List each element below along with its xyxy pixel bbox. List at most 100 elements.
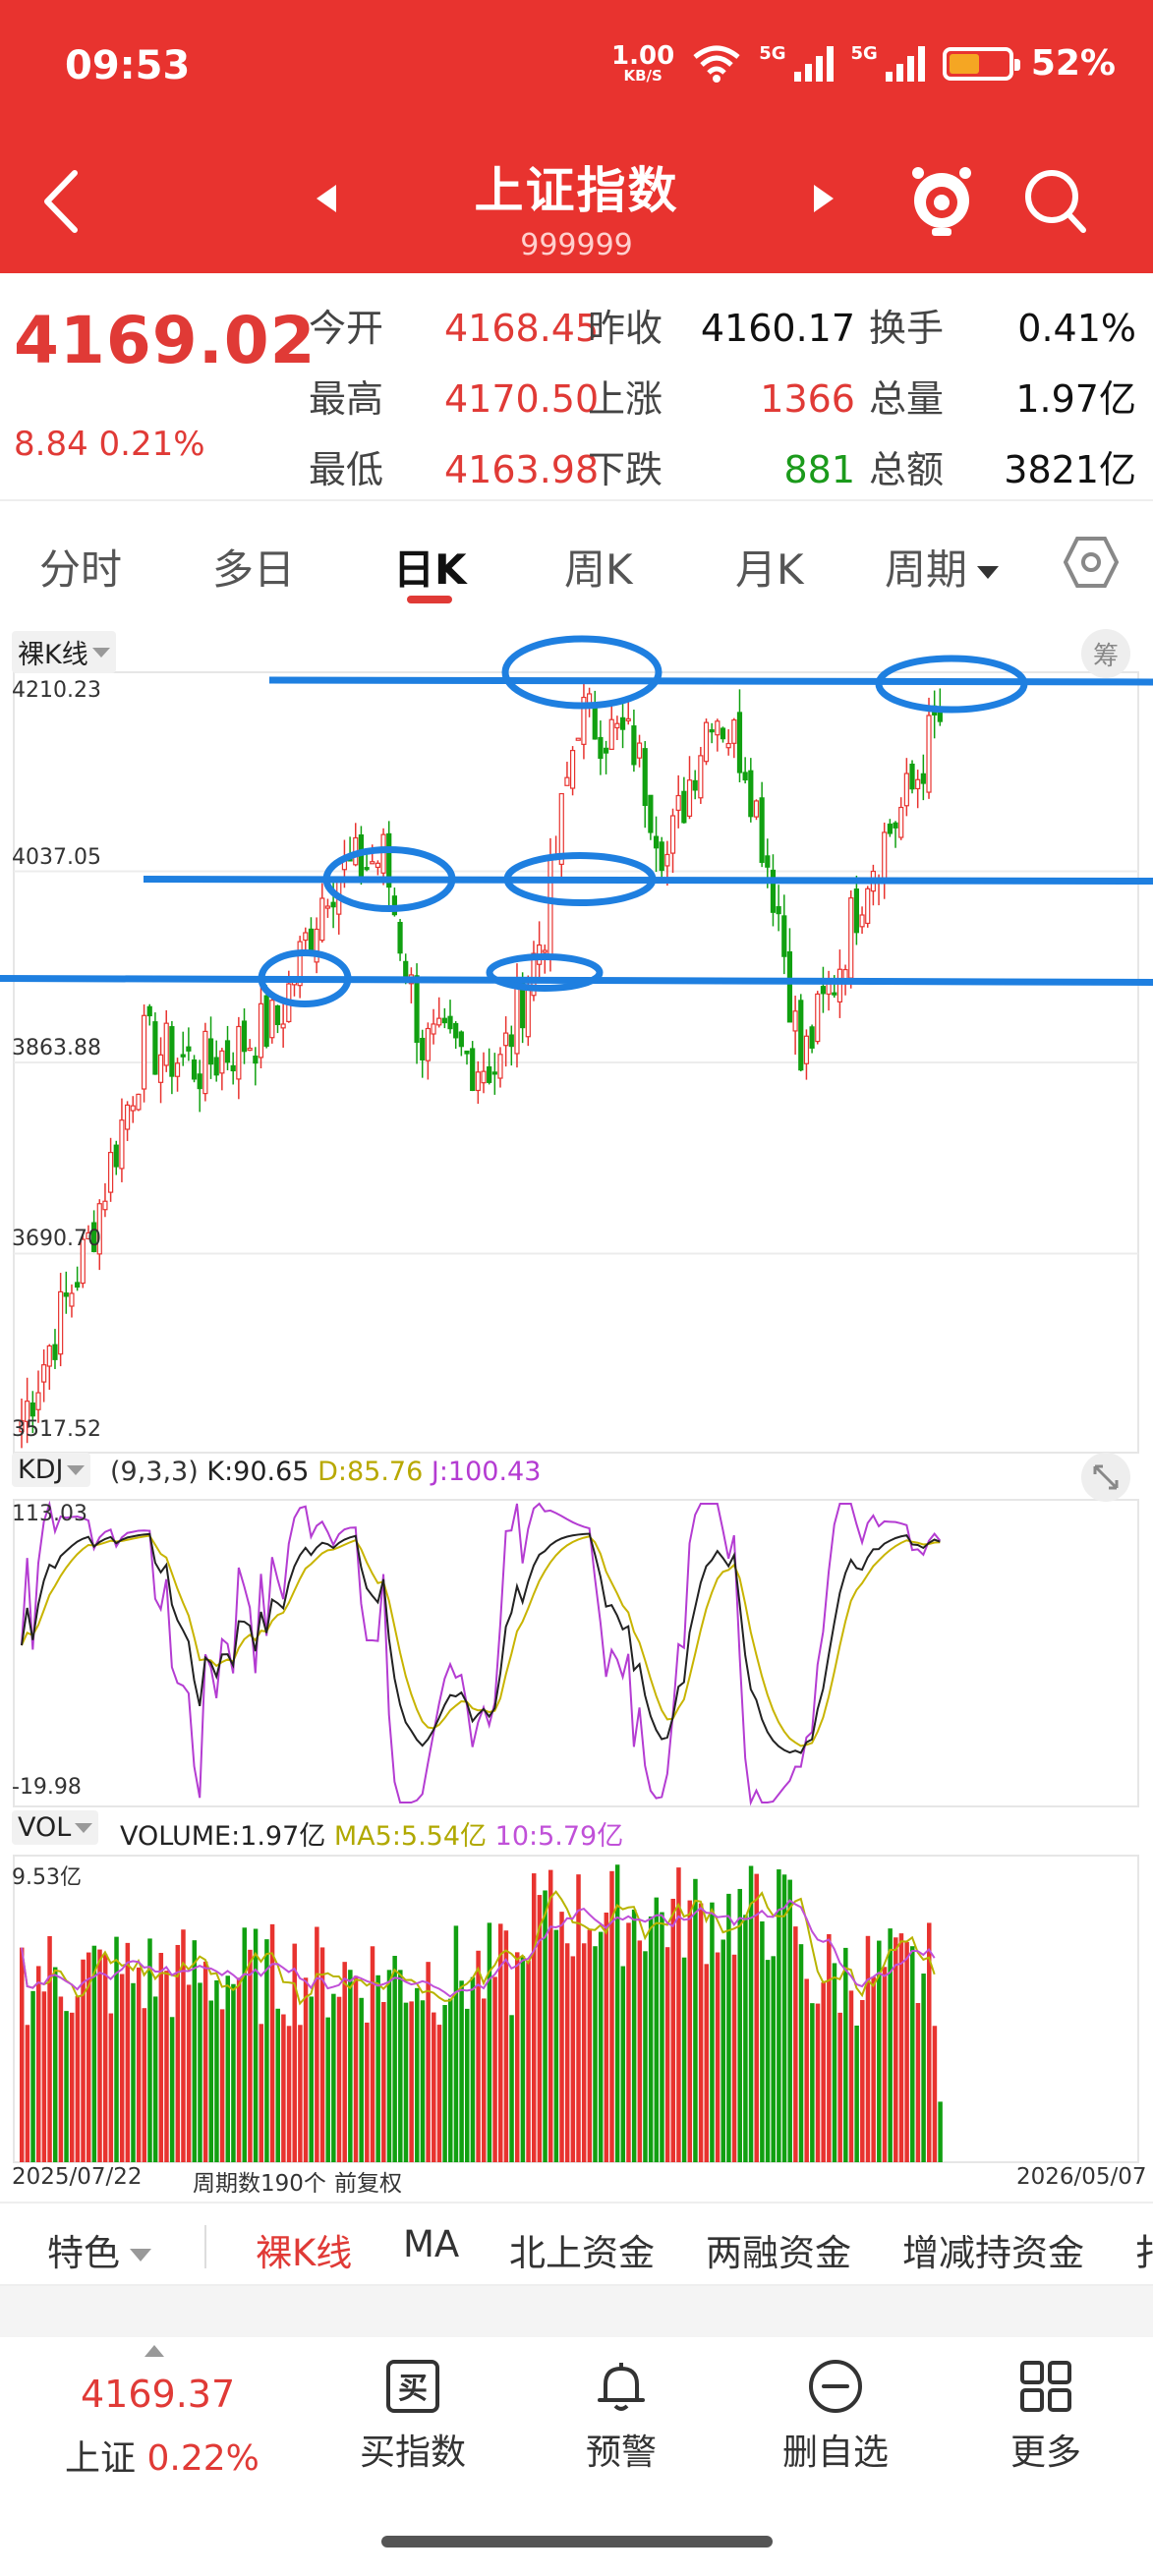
more-button[interactable]: 更多 bbox=[957, 2357, 1134, 2475]
kline-type-dropdown[interactable]: 裸K线 bbox=[12, 631, 116, 673]
candle-body bbox=[58, 1290, 64, 1355]
candle-body bbox=[174, 1062, 181, 1077]
volume-bar bbox=[543, 1890, 548, 2162]
alert-button[interactable]: 预警 bbox=[533, 2357, 710, 2475]
candle-body bbox=[859, 914, 865, 928]
candle-body bbox=[636, 742, 643, 759]
volume-bar bbox=[643, 1951, 648, 2162]
candle-body bbox=[725, 742, 731, 749]
volume-bar bbox=[760, 1920, 765, 2162]
next-stock-arrow[interactable] bbox=[814, 185, 834, 212]
candle-body bbox=[659, 841, 664, 872]
kdj-j-line bbox=[21, 1500, 942, 1806]
candle-body bbox=[41, 1364, 47, 1383]
candle-body bbox=[525, 985, 531, 1038]
volume-bar bbox=[186, 1984, 192, 2162]
tab-daily-k[interactable]: 日K bbox=[393, 537, 467, 597]
candle-body bbox=[893, 822, 898, 829]
expand-icon[interactable] bbox=[1081, 1453, 1130, 1502]
volume-bar bbox=[581, 1943, 587, 2162]
volume-bar bbox=[41, 1991, 47, 2162]
ftab-margin[interactable]: 两融资金 bbox=[706, 2223, 851, 2276]
candle-body bbox=[436, 1017, 442, 1026]
tab-intraday[interactable]: 分时 bbox=[39, 537, 122, 597]
volume-bar bbox=[637, 1940, 643, 2162]
volume-bar bbox=[75, 1995, 81, 2162]
mascot-icon[interactable] bbox=[908, 163, 975, 240]
status-time: 09:53 bbox=[65, 43, 191, 88]
vol-dropdown[interactable]: VOL bbox=[12, 1810, 99, 1845]
volume-bar bbox=[365, 2022, 370, 2162]
remove-watchlist-button[interactable]: 删自选 bbox=[747, 2357, 924, 2475]
candle-body bbox=[364, 867, 370, 871]
ftab-naked-k[interactable]: 裸K线 bbox=[256, 2223, 352, 2276]
volume-bar bbox=[932, 2026, 938, 2162]
page-title: 上证指数 bbox=[474, 162, 679, 219]
candle-body bbox=[146, 1005, 152, 1017]
candle-body bbox=[926, 715, 932, 793]
quote-labels-col1: 今开 最高 最低 bbox=[309, 307, 384, 491]
candle-body bbox=[770, 869, 777, 913]
candle-body bbox=[487, 1066, 492, 1083]
candle-body bbox=[253, 1056, 259, 1064]
volume-bar bbox=[420, 2000, 426, 2162]
ftab-ma[interactable]: MA bbox=[403, 2223, 459, 2265]
volume-bar bbox=[231, 1983, 236, 2162]
ftab-more[interactable]: 扌 bbox=[1134, 2223, 1153, 2276]
volume-bar bbox=[114, 1936, 119, 2162]
volume-bar bbox=[69, 2012, 75, 2162]
candle-body bbox=[29, 1402, 35, 1417]
candle-body bbox=[776, 905, 781, 915]
volume-bar bbox=[898, 1933, 904, 2162]
kdj-dropdown[interactable]: KDJ bbox=[12, 1453, 91, 1487]
volume-bar bbox=[777, 1869, 781, 2162]
expand-up-icon[interactable] bbox=[144, 2345, 164, 2357]
candle-body bbox=[809, 1026, 815, 1049]
quote-values-col2: 4160.17 1366 881 bbox=[700, 307, 855, 491]
volume-bar bbox=[309, 1996, 314, 2162]
settings-icon[interactable] bbox=[1064, 535, 1119, 590]
volume-bar bbox=[882, 1967, 888, 2162]
buy-index-button[interactable]: 买 买指数 bbox=[324, 2357, 501, 2475]
volume-bar bbox=[698, 1903, 704, 2162]
candle-body bbox=[798, 1000, 804, 1071]
volume-bar bbox=[359, 1997, 364, 2162]
ftab-holdings-change[interactable]: 增减持资金 bbox=[902, 2223, 1084, 2276]
candle-body bbox=[720, 727, 726, 740]
search-icon[interactable] bbox=[1022, 167, 1087, 236]
candle-body bbox=[481, 1070, 487, 1084]
start-date: 2025/07/22 bbox=[12, 2164, 143, 2190]
divider bbox=[204, 2225, 206, 2268]
feature-tabs: 特色 裸K线 MA 北上资金 两融资金 增减持资金 扌 bbox=[0, 2202, 1153, 2286]
candle-body bbox=[219, 1050, 225, 1074]
volume-bar bbox=[715, 1952, 721, 2162]
volume-bar bbox=[269, 1923, 275, 2162]
divider-strip bbox=[0, 2286, 1153, 2337]
candle-body bbox=[603, 747, 609, 754]
candle-body bbox=[308, 928, 315, 952]
candle-body bbox=[614, 722, 620, 729]
candle-body bbox=[330, 901, 336, 908]
ftab-feature[interactable]: 特色 bbox=[47, 2223, 151, 2276]
kline-chart[interactable] bbox=[0, 619, 1153, 2192]
tab-period[interactable]: 周期 bbox=[885, 537, 1000, 597]
header-bar: 09:53 1.00 KB/S 5G 5G 52% 上证指数 999999 bbox=[0, 0, 1153, 273]
candle-body bbox=[414, 975, 420, 1044]
volume-bar bbox=[921, 1974, 926, 2162]
ftab-northbound[interactable]: 北上资金 bbox=[509, 2223, 655, 2276]
net-type-2: 5G bbox=[850, 43, 878, 64]
vol-max-label: 9.53亿 bbox=[12, 1865, 82, 1890]
home-indicator[interactable] bbox=[381, 2536, 773, 2547]
chart-area[interactable]: 裸K线 筹 4210.23 4037.05 3863.88 3690.70 35… bbox=[0, 619, 1153, 2197]
volume-bar bbox=[52, 1967, 58, 2162]
candle-body bbox=[686, 779, 693, 818]
tab-weekly-k[interactable]: 周K bbox=[564, 537, 633, 597]
tab-multi-day[interactable]: 多日 bbox=[212, 537, 295, 597]
candle-body bbox=[491, 1071, 497, 1075]
volume-bar bbox=[370, 1946, 375, 2162]
volume-bar bbox=[660, 1912, 664, 2162]
candle-body bbox=[464, 1050, 470, 1055]
volume-bar bbox=[664, 1947, 670, 2162]
tab-monthly-k[interactable]: 月K bbox=[735, 537, 804, 597]
chip-distribution-button[interactable]: 筹 bbox=[1081, 629, 1130, 678]
